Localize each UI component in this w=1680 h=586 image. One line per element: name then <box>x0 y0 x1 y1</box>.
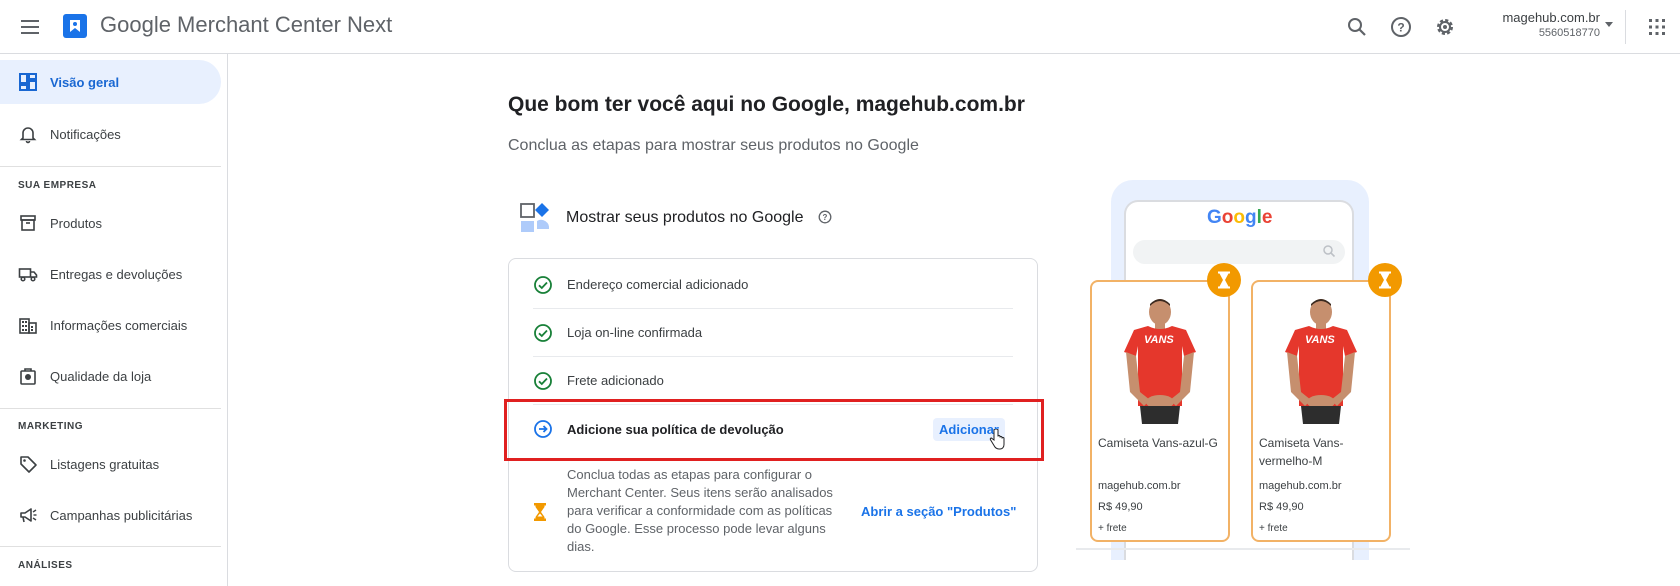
apps-grid-icon[interactable] <box>1645 15 1669 39</box>
section-title-analises: ANÁLISES <box>18 560 73 571</box>
sidebar-item-visao-geral[interactable]: Visão geral <box>0 60 221 104</box>
review-info-text: Conclua todas as etapas para configurar … <box>567 467 833 554</box>
hourglass-icon <box>1218 271 1230 289</box>
google-logo-letter: G <box>1207 207 1222 228</box>
bell-icon <box>19 127 37 144</box>
product-shipping: + frete <box>1098 523 1127 534</box>
sidebar-item-label: Entregas e devoluções <box>50 266 183 282</box>
sidebar-item-campanhas-publicitarias[interactable]: Campanhas publicitárias <box>0 493 221 537</box>
highlight-annotation <box>504 399 1044 461</box>
sidebar-item-produtos[interactable]: Produtos <box>0 201 221 245</box>
product-store: magehub.com.br <box>1098 480 1181 492</box>
check-circle-icon <box>534 371 552 390</box>
sidebar-item-label: Notificações <box>50 126 121 142</box>
tag-icon <box>20 456 37 473</box>
app-title: Google Merchant Center Next <box>100 12 393 37</box>
help-icon[interactable]: ? <box>1389 15 1413 39</box>
google-logo-letter: e <box>1261 207 1273 228</box>
merchant-logo-icon[interactable] <box>61 12 89 40</box>
top-app-bar: Google Merchant Center Next ? magehub.co… <box>0 0 1680 54</box>
open-products-link[interactable]: Abrir a seção "Produtos" <box>861 504 1016 519</box>
svg-text:?: ? <box>1397 21 1404 35</box>
section-title-marketing: MARKETING <box>18 421 84 432</box>
product-card: VANS Camiseta Vans-vermelho-M magehub.co… <box>1251 280 1391 542</box>
divider <box>0 166 221 167</box>
account-switcher[interactable]: magehub.com.br 5560518770 <box>1502 10 1600 39</box>
product-store: magehub.com.br <box>1259 480 1342 492</box>
product-card: VANS Camiseta Vans-azul-G magehub.com.br… <box>1090 280 1230 542</box>
tshirt-model-image <box>1285 299 1357 424</box>
page-subtitle: Conclua as etapas para mostrar seus prod… <box>508 137 919 154</box>
check-circle-icon <box>534 323 552 342</box>
sidebar-item-label: Listagens gratuitas <box>50 456 160 472</box>
dashboard-icon <box>19 73 37 91</box>
illustration-search-bar <box>1133 240 1345 264</box>
google-logo: Google <box>1207 207 1272 229</box>
divider <box>0 546 221 547</box>
product-name: Camiseta Vans-azul-G <box>1098 436 1218 450</box>
step-item: Frete adicionado <box>533 357 1013 405</box>
settings-icon[interactable] <box>1433 15 1457 39</box>
hourglass-icon <box>1379 271 1391 289</box>
sidebar-item-qualidade-da-loja[interactable]: Qualidade da loja <box>0 354 221 398</box>
page-title: Que bom ter você aqui no Google, magehub… <box>508 93 1025 116</box>
pending-badge <box>1368 263 1402 297</box>
shirt-print-text: VANS <box>1144 334 1174 346</box>
svg-text:?: ? <box>823 213 828 222</box>
store-badge-icon <box>20 368 36 385</box>
sidebar-item-label: Campanhas publicitárias <box>50 507 193 523</box>
pending-badge <box>1207 263 1241 297</box>
google-logo-letter: o <box>1221 207 1234 228</box>
divider <box>1625 10 1626 44</box>
menu-icon[interactable] <box>18 15 42 39</box>
step-item: Loja on-line confirmada <box>533 309 1013 357</box>
google-logo-letter: g <box>1245 207 1257 228</box>
caret-down-icon[interactable] <box>1605 22 1613 27</box>
check-circle-icon <box>534 275 552 294</box>
account-name: magehub.com.br <box>1502 10 1600 25</box>
product-name: Camiseta Vans-vermelho-M <box>1259 436 1344 468</box>
megaphone-icon <box>20 508 37 523</box>
search-icon[interactable] <box>1345 15 1369 39</box>
hand-cursor-icon <box>989 429 1005 450</box>
truck-icon <box>18 268 38 282</box>
account-id: 5560518770 <box>1538 27 1600 39</box>
shirt-print-text: VANS <box>1305 334 1335 346</box>
sidebar-item-entregas[interactable]: Entregas e devoluções <box>0 252 221 296</box>
archive-box-icon <box>20 215 36 231</box>
sidebar-item-informacoes-comerciais[interactable]: Informações comerciais <box>0 303 221 347</box>
search-icon <box>1323 245 1336 258</box>
step-label: Frete adicionado <box>567 373 664 388</box>
sidebar-item-listagens-gratuitas[interactable]: Listagens gratuitas <box>0 442 221 486</box>
google-logo-letter: o <box>1233 207 1245 228</box>
illustration-baseline <box>1076 548 1410 550</box>
step-label: Endereço comercial adicionado <box>567 277 749 292</box>
sidebar-item-label: Qualidade da loja <box>50 368 152 384</box>
sidebar-item-label: Informações comerciais <box>50 317 188 333</box>
step-item: Endereço comercial adicionado <box>533 261 1013 309</box>
product-price: R$ 49,90 <box>1098 501 1143 513</box>
sidebar: Visão geral Notificações SUA EMPRESA Pro… <box>0 54 228 586</box>
product-price: R$ 49,90 <box>1259 501 1304 513</box>
card-title: Mostrar seus produtos no Google <box>566 209 804 226</box>
help-icon[interactable]: ? <box>818 210 832 224</box>
step-label: Loja on-line confirmada <box>567 325 703 340</box>
hourglass-icon <box>534 503 546 521</box>
building-icon <box>19 318 37 334</box>
divider <box>0 408 221 409</box>
products-shapes-icon <box>520 203 550 232</box>
product-shipping: + frete <box>1259 523 1288 534</box>
sidebar-item-label: Produtos <box>50 215 103 231</box>
section-title-sua-empresa: SUA EMPRESA <box>18 180 97 191</box>
tshirt-model-image <box>1124 299 1196 424</box>
sidebar-item-label: Visão geral <box>50 74 120 90</box>
sidebar-item-notificacoes[interactable]: Notificações <box>0 112 221 156</box>
